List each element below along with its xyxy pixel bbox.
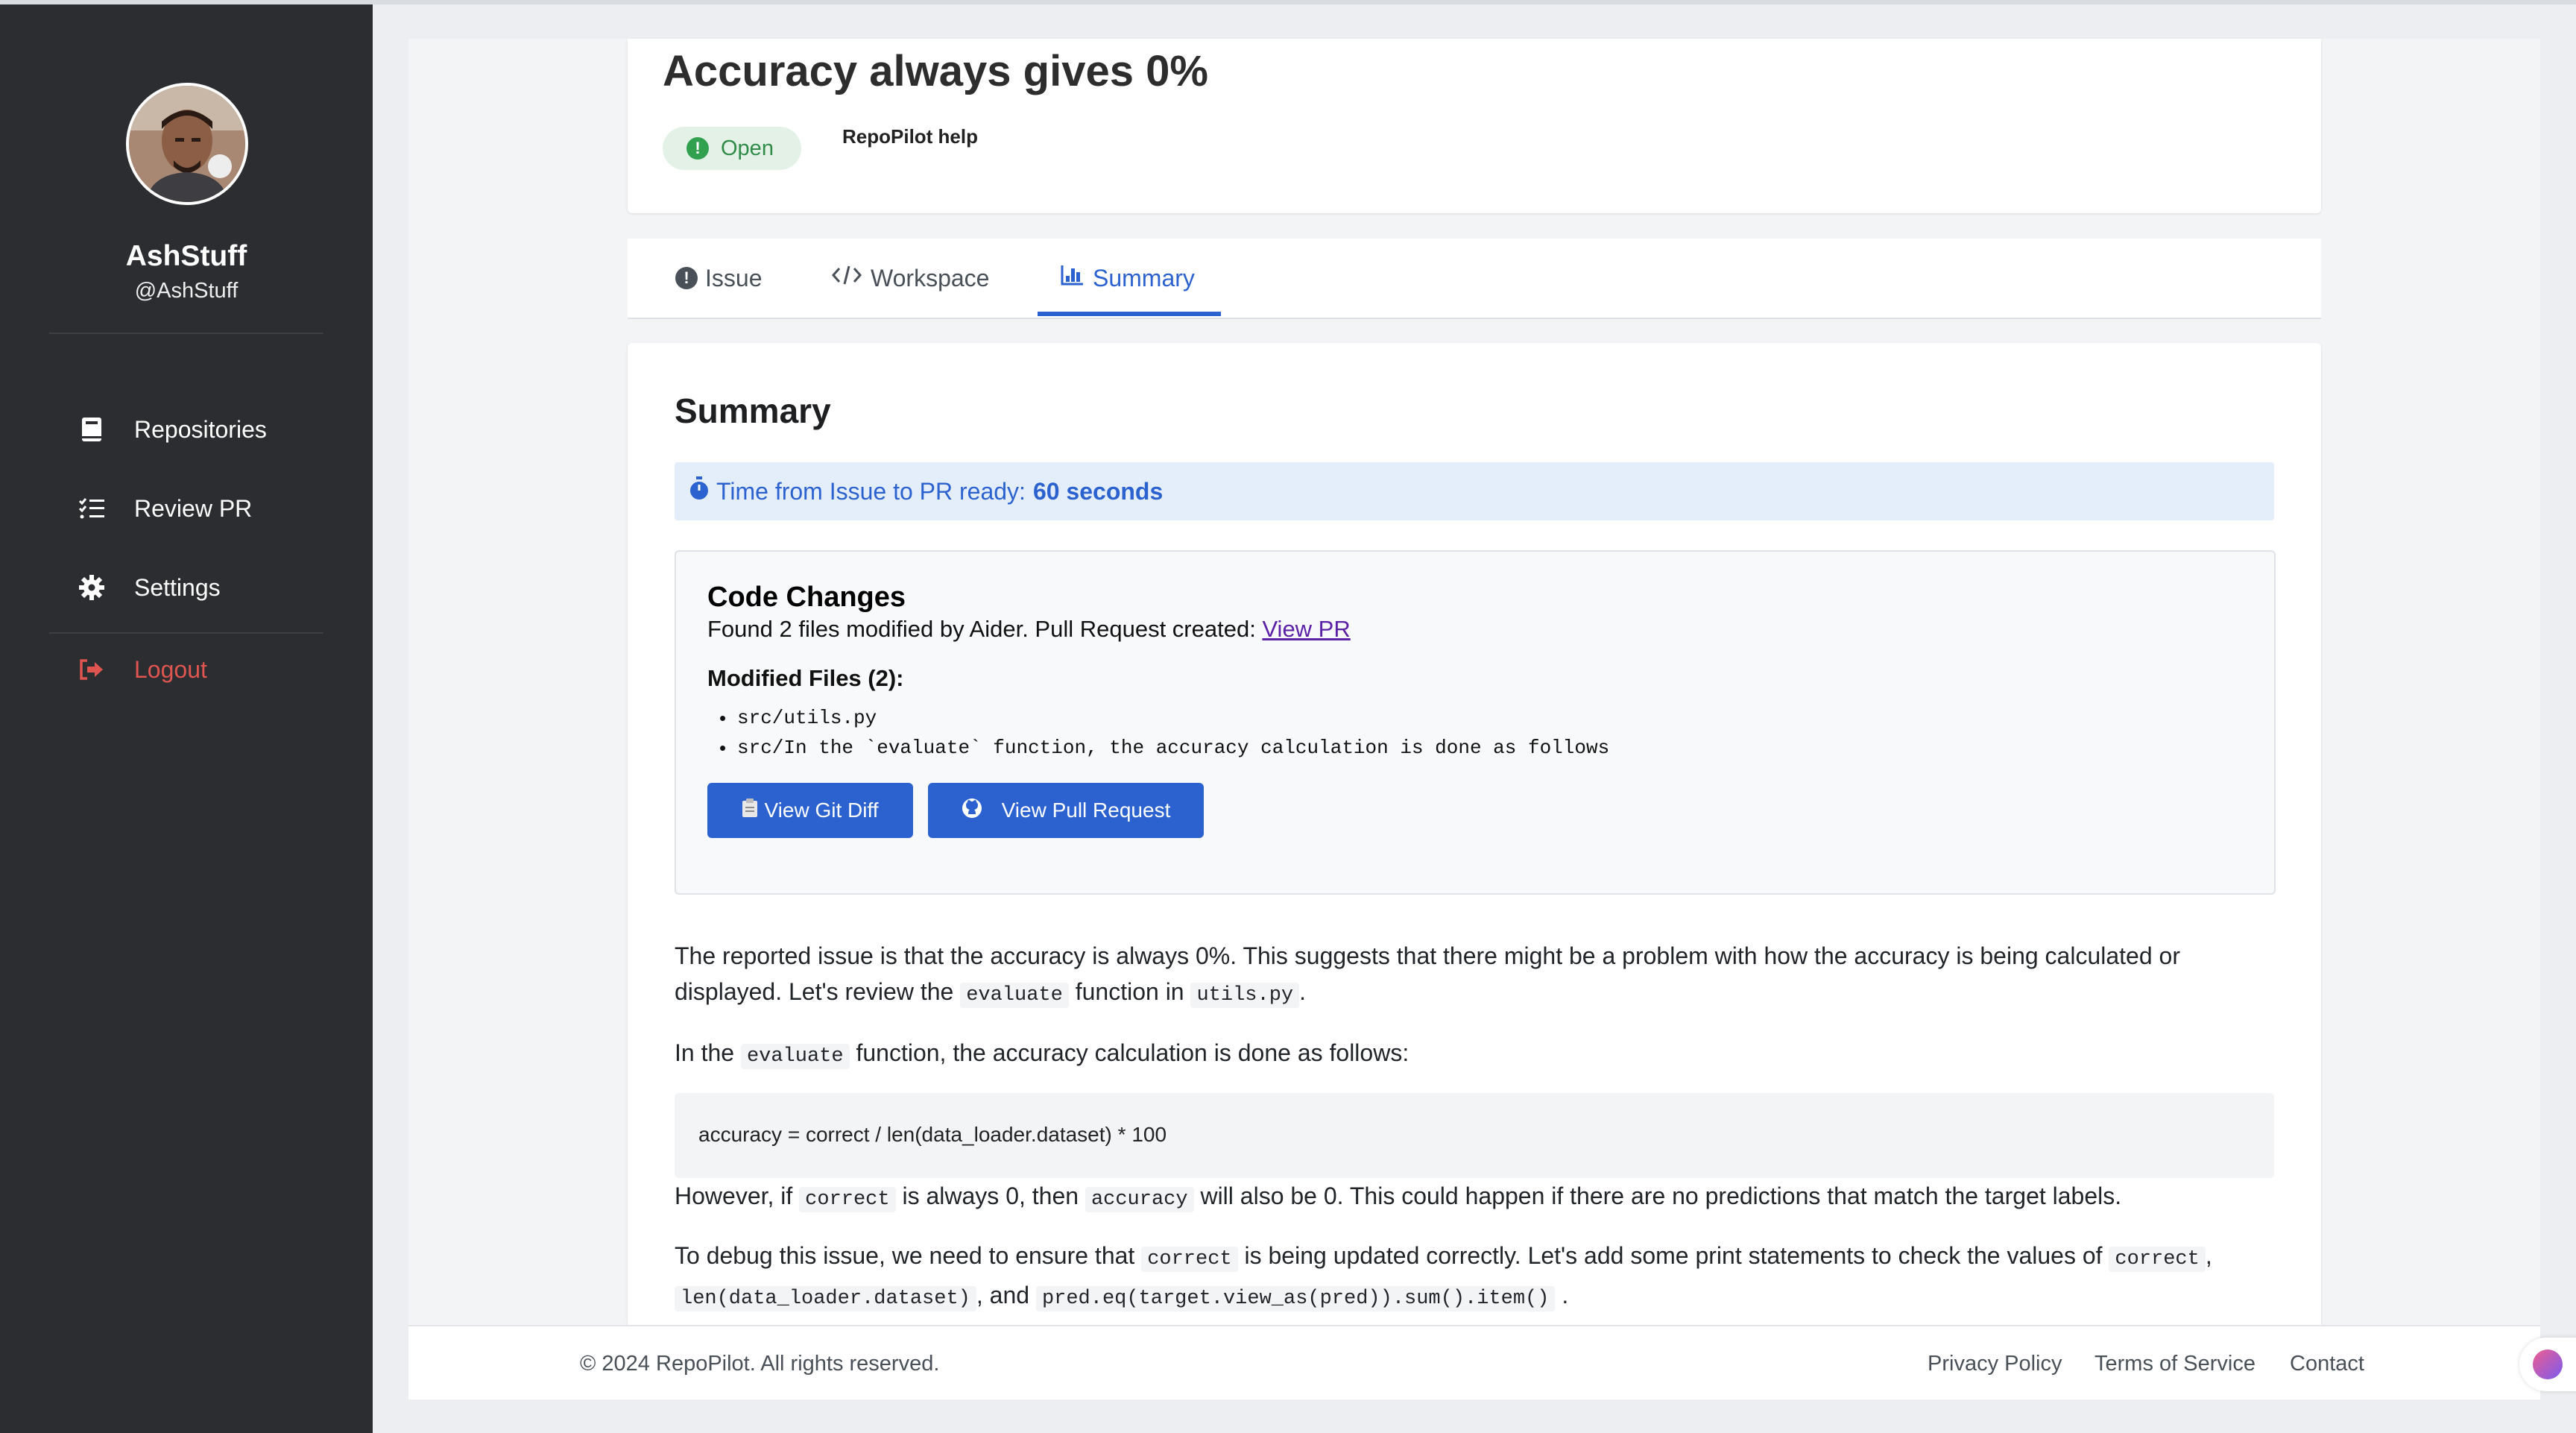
inline-code: correct — [2109, 1247, 2206, 1272]
brain-icon — [2533, 1349, 2563, 1379]
avatar[interactable] — [126, 83, 248, 205]
tab-label: Issue — [705, 264, 763, 292]
code-changes-title: Code Changes — [707, 582, 906, 613]
inline-code: pred.eq(target.view_as(pred)).sum().item… — [1035, 1286, 1556, 1311]
inline-code: len(data_loader.dataset) — [675, 1286, 976, 1311]
text-line: len(data_loader.dataset), and pred.eq(ta… — [675, 1277, 2212, 1317]
summary-paragraph: The reported issue is that the accuracy … — [675, 938, 2180, 1013]
inline-code: evaluate — [740, 1044, 850, 1069]
button-label: View Git Diff — [764, 799, 879, 822]
sidebar: AshStuff @AshStuff Repositories Review P… — [0, 4, 373, 1433]
book-icon — [73, 415, 110, 444]
sidebar-item-repositories[interactable]: Repositories — [49, 400, 323, 459]
modified-file-item: src/utils.py — [719, 707, 877, 730]
modified-files-title: Modified Files (2): — [707, 665, 904, 691]
text: However, if — [675, 1182, 793, 1209]
clipboard-icon — [742, 798, 758, 823]
text-line: To debug this issue, we need to ensure t… — [675, 1238, 2212, 1277]
user-handle: @AshStuff — [134, 279, 239, 303]
sidebar-item-label: Repositories — [134, 415, 267, 443]
inline-code: utils.py — [1190, 983, 1300, 1008]
text: will also be 0. This could happen if the… — [1200, 1182, 2122, 1209]
summary-paragraph: To debug this issue, we need to ensure t… — [675, 1238, 2212, 1317]
text: , and — [976, 1282, 1030, 1308]
tab-workspace[interactable]: Workspace — [831, 239, 990, 318]
sidebar-item-label: Settings — [134, 573, 221, 601]
summary-paragraph: In the evaluate function, the accuracy c… — [675, 1035, 1409, 1074]
sidebar-divider — [49, 632, 323, 634]
code-block: accuracy = correct / len(data_loader.dat… — [675, 1093, 2274, 1178]
code-changes-panel: Code Changes Found 2 files modified by A… — [675, 550, 2276, 895]
status-badge-label: Open — [721, 136, 774, 160]
tab-summary[interactable]: Summary — [1060, 239, 1195, 318]
logout-icon — [73, 655, 110, 684]
view-pull-request-button[interactable]: View Pull Request — [928, 783, 1204, 838]
user-name: AshStuff — [125, 240, 247, 272]
code-changes-description: Found 2 files modified by Aider. Pull Re… — [707, 616, 1351, 643]
tab-bar: ! Issue Workspace Summary — [628, 239, 2321, 319]
footer: © 2024 RepoPilot. All rights reserved. P… — [408, 1325, 2540, 1399]
inline-code: evaluate — [960, 983, 1069, 1008]
text: In the — [675, 1039, 735, 1066]
text: displayed. Let's review the — [675, 978, 954, 1005]
active-tab-indicator — [1038, 312, 1221, 316]
text: . — [1562, 1282, 1569, 1308]
text: . — [1299, 978, 1306, 1005]
text: function, the accuracy calculation is do… — [856, 1039, 1409, 1066]
terms-of-service-link[interactable]: Terms of Service — [2094, 1352, 2255, 1376]
contact-link[interactable]: Contact — [2290, 1352, 2364, 1376]
view-pr-link[interactable]: View PR — [1262, 616, 1350, 642]
code-line: accuracy = correct / len(data_loader.dat… — [698, 1123, 1167, 1146]
exclamation-circle-icon: ! — [686, 137, 709, 160]
github-icon — [962, 798, 982, 824]
text: To debug this issue, we need to ensure t… — [675, 1242, 1135, 1269]
avatar-photo — [129, 86, 245, 202]
button-label: View Pull Request — [1001, 799, 1171, 822]
text: is always 0, then — [902, 1182, 1079, 1209]
text: is being updated correctly. Let's add so… — [1244, 1242, 2103, 1269]
text: function in — [1075, 978, 1184, 1005]
time-value: 60 seconds — [1032, 477, 1164, 505]
sidebar-item-logout[interactable]: Logout — [49, 640, 323, 699]
sidebar-item-label: Logout — [134, 655, 207, 683]
sidebar-item-review-pr[interactable]: Review PR — [49, 479, 323, 538]
exclamation-circle-icon: ! — [675, 267, 698, 289]
summary-heading: Summary — [675, 391, 831, 430]
view-git-diff-button[interactable]: View Git Diff — [707, 783, 913, 838]
copyright-text: © 2024 RepoPilot. All rights reserved. — [580, 1352, 940, 1376]
sidebar-divider — [49, 333, 323, 334]
assistant-launcher[interactable] — [2519, 1338, 2576, 1391]
inline-code: accuracy — [1085, 1187, 1194, 1212]
list-check-icon — [73, 494, 110, 523]
summary-paragraph: However, if correct is always 0, then ac… — [675, 1178, 2121, 1218]
stopwatch-icon — [689, 476, 709, 506]
top-border — [0, 0, 2576, 4]
time-label: Time from Issue to PR ready: — [716, 477, 1026, 505]
sidebar-item-label: Review PR — [134, 494, 253, 522]
tab-label: Summary — [1093, 264, 1195, 292]
text: , — [2205, 1242, 2212, 1269]
code-icon — [831, 264, 862, 292]
tab-label: Workspace — [871, 264, 990, 292]
sidebar-item-settings[interactable]: Settings — [49, 558, 323, 617]
tab-issue[interactable]: ! Issue — [675, 239, 762, 318]
helper-label: RepoPilot help — [842, 125, 978, 148]
inline-code: correct — [799, 1187, 896, 1212]
found-text: Found 2 files modified by Aider. Pull Re… — [707, 616, 1256, 642]
gear-icon — [73, 573, 110, 602]
text-line: The reported issue is that the accuracy … — [675, 942, 2180, 969]
privacy-policy-link[interactable]: Privacy Policy — [1928, 1352, 2062, 1376]
time-info-bar: Time from Issue to PR ready: 60 seconds — [675, 462, 2274, 520]
modified-file-item: src/In the `evaluate` function, the accu… — [719, 737, 1609, 760]
chart-icon — [1060, 264, 1084, 292]
page-title: Accuracy always gives 0% — [663, 47, 1208, 95]
status-badge: ! Open — [663, 127, 801, 170]
text-line: displayed. Let's review the evaluate fun… — [675, 974, 2180, 1013]
inline-code: correct — [1141, 1247, 1238, 1272]
